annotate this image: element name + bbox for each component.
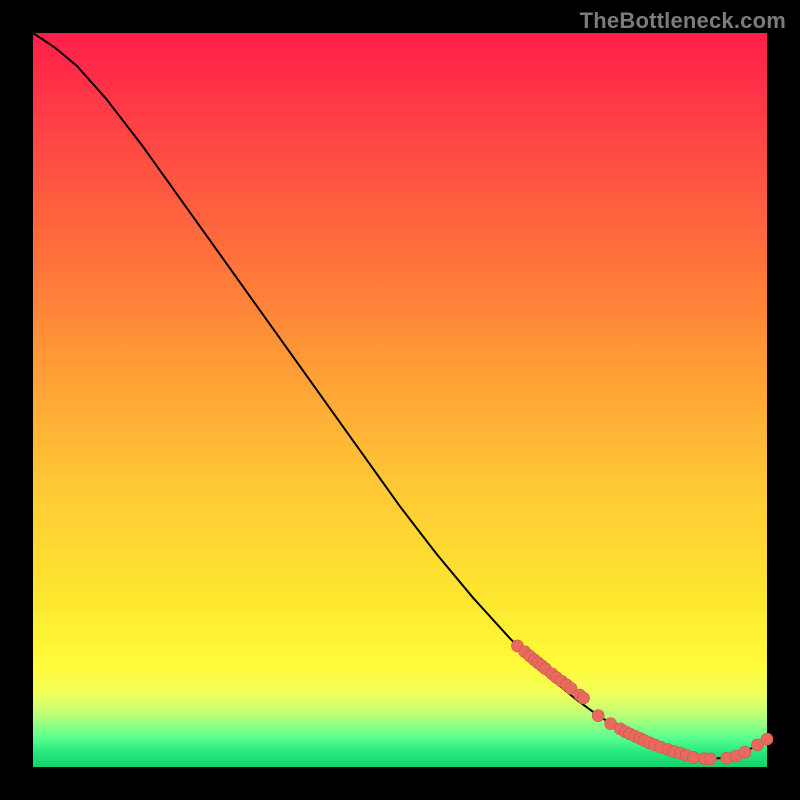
watermark-label: TheBottleneck.com	[580, 8, 786, 34]
highlight-dot	[761, 733, 773, 745]
highlight-dot-group	[511, 640, 773, 765]
highlight-dot	[704, 753, 716, 765]
chart-container: TheBottleneck.com	[0, 0, 800, 800]
bottleneck-curve	[33, 33, 767, 759]
plot-svg	[33, 33, 767, 767]
highlight-dot	[578, 692, 590, 704]
highlight-dot	[688, 751, 700, 763]
highlight-dot	[592, 710, 604, 722]
highlight-dot	[739, 746, 751, 758]
plot-area	[33, 33, 767, 767]
